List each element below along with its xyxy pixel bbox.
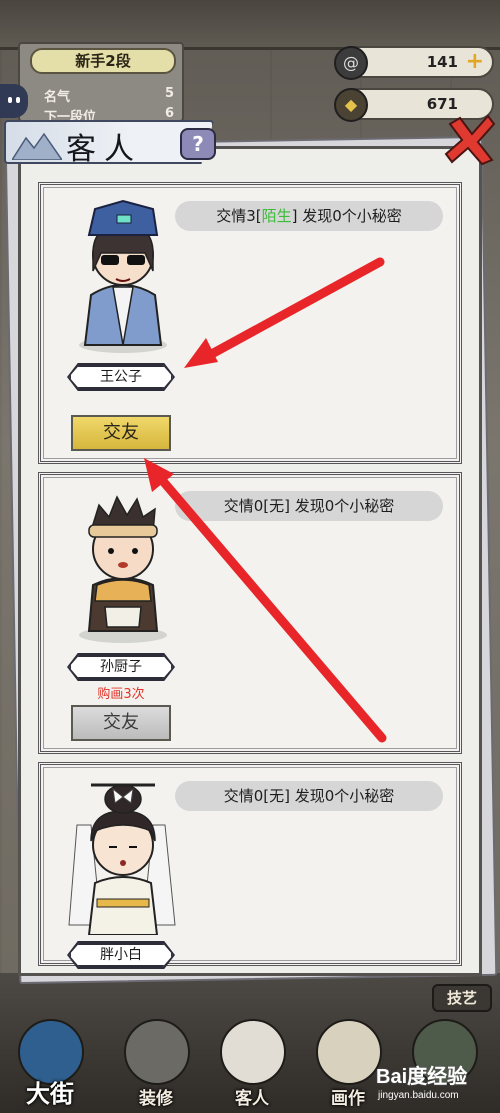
nav-guests-label: 客人 [235,1089,269,1109]
nav-decorate[interactable]: 装修 [108,1001,204,1113]
guest-portrait-pang [68,783,176,935]
coin-icon: ◆ [334,88,368,122]
scroll-book-icon [124,1019,190,1085]
guest-portrait-sun [79,495,167,643]
nav-guests[interactable]: 客人 [204,1001,300,1113]
close-icon[interactable] [444,114,496,166]
swirl-token-icon: @ [334,46,368,80]
guest-name: 王公子 [69,365,173,389]
nav-street[interactable]: 大街 [2,1001,98,1113]
befriend-button[interactable]: 交友 [71,705,171,741]
currency-swirl: @ 141 + [334,46,494,80]
fame-row: 名气 5 [44,86,174,105]
guest-info: 交情0[无] 发现0个小秘密 [175,781,443,811]
nav-decorate-label: 装修 [139,1089,173,1109]
painting-scroll-icon [316,1019,382,1085]
help-button[interactable]: ? [180,128,216,160]
fame-label: 名气 [44,90,71,105]
watermark: Bai度经验 jingyan.baidu.com [376,1060,498,1110]
guest-info: 交情3[陌生] 发现0个小秘密 [175,201,443,231]
rank-title: 新手2段 [30,48,176,74]
relation-status: 无 [269,787,285,805]
player-avatar-icon[interactable] [0,84,28,118]
guest-portrait-wang [79,199,167,353]
befriend-button[interactable]: 交友 [71,415,171,451]
purchase-count-note: 购画3次 [97,687,145,702]
guest-card: 交情3[陌生] 发现0个小秘密 王公子 交友 [38,182,462,464]
guest-card: 交情0[无] 发现0个小秘密 胖小白 [38,762,462,969]
relation-status: 无 [269,497,285,515]
guest-info: 交情0[无] 发现0个小秘密 [175,491,443,521]
currency-coin-value: 671 [426,95,458,113]
guest-card: 交情0[无] 发现0个小秘密 孙厨子 购画3次 交友 [38,472,462,754]
guest-name: 孙厨子 [69,655,173,679]
fame-value: 5 [164,86,174,101]
rank-panel: 新手2段 名气 5 下一段位 6 [18,42,184,125]
guest-name: 胖小白 [69,943,173,967]
mountain-icon [12,132,62,160]
watermark-brand: Bai度经验 [376,1066,468,1088]
guest-avatar-icon [220,1019,286,1085]
relation-status: 陌生 [261,207,292,225]
currency-swirl-value: 141 [426,53,458,71]
panel-title: 客人 [66,132,142,167]
watermark-url: jingyan.baidu.com [378,1090,459,1101]
nav-street-label: 大街 [26,1079,74,1108]
add-swirl-button[interactable]: + [466,50,484,74]
